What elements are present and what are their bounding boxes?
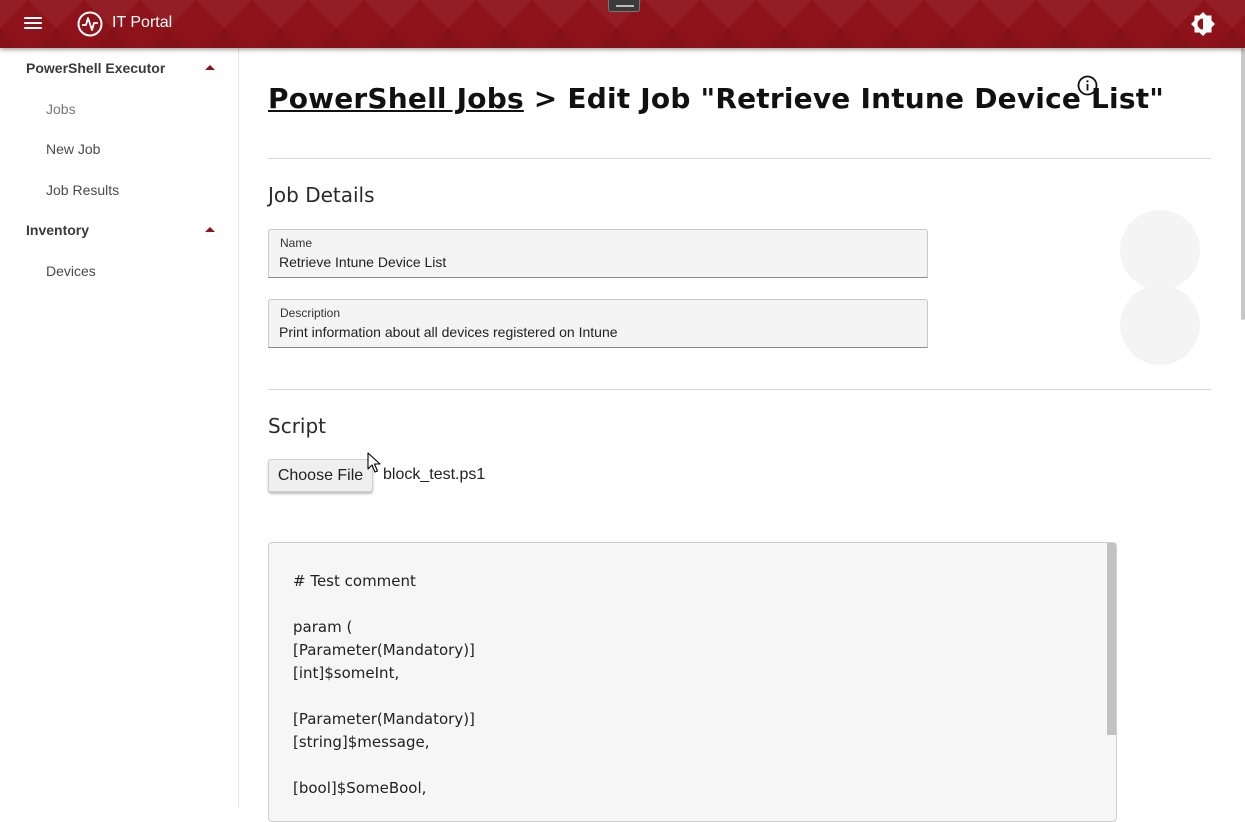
sidebar-item-jobs[interactable]: Jobs [46, 101, 76, 117]
name-field[interactable]: Name Retrieve Intune Device List [268, 229, 928, 278]
sidebar-item-job-results[interactable]: Job Results [46, 182, 119, 198]
code-line: [Parameter(Mandatory)] [293, 641, 475, 659]
code-line: param ( [293, 618, 353, 636]
section-title-script: Script [268, 414, 327, 438]
script-editor[interactable]: # Test comment param ( [Parameter(Mandato… [268, 542, 1117, 822]
drag-handle[interactable] [608, 0, 640, 12]
page-title: PowerShell Jobs > Edit Job "Retrieve Int… [268, 82, 1164, 115]
info-icon[interactable] [1077, 75, 1098, 96]
sidebar-item-devices[interactable]: Devices [46, 263, 96, 279]
sidebar-item-new-job[interactable]: New Job [46, 141, 100, 157]
section-title-job-details: Job Details [268, 183, 375, 207]
page-scrollbar[interactable] [1241, 48, 1245, 320]
selected-file-name: block_test.ps1 [383, 466, 486, 483]
divider [268, 158, 1211, 159]
mouse-cursor-icon [367, 452, 381, 473]
code-line: [string]$message, [293, 733, 430, 751]
breadcrumb-separator: > [523, 82, 568, 115]
hamburger-icon[interactable] [22, 14, 46, 34]
script-code[interactable]: # Test comment param ( [Parameter(Mandato… [293, 570, 475, 800]
code-line: # Test comment [293, 572, 416, 590]
code-line: [bool]$SomeBool, [293, 779, 427, 797]
name-field-label: Name [280, 236, 313, 250]
editor-scrollbar[interactable] [1107, 543, 1116, 735]
description-field-label: Description [280, 306, 341, 320]
page-title-text: Edit Job "Retrieve Intune Device List" [567, 82, 1165, 115]
collapse-caret-icon[interactable] [205, 65, 215, 70]
brightness-icon[interactable] [1190, 11, 1216, 37]
divider [268, 389, 1211, 390]
name-field-value[interactable]: Retrieve Intune Device List [279, 254, 446, 270]
sidebar-group-inventory[interactable]: Inventory [26, 222, 89, 238]
sidebar [0, 48, 239, 808]
breadcrumb-link-powershell-jobs[interactable]: PowerShell Jobs [268, 82, 524, 115]
choose-file-button[interactable]: Choose File [268, 459, 373, 492]
app-title[interactable]: IT Portal [112, 14, 172, 32]
collapse-caret-icon[interactable] [205, 227, 215, 232]
pulse-logo-icon[interactable] [77, 11, 103, 37]
description-field[interactable]: Description Print information about all … [268, 299, 928, 348]
background-watermark [1120, 210, 1200, 365]
code-line: [Parameter(Mandatory)] [293, 710, 475, 728]
sidebar-group-powershell-executor[interactable]: PowerShell Executor [26, 60, 165, 76]
description-field-value[interactable]: Print information about all devices regi… [279, 324, 618, 340]
app-bar: IT Portal [0, 0, 1245, 48]
code-line: [int]$someInt, [293, 664, 400, 682]
